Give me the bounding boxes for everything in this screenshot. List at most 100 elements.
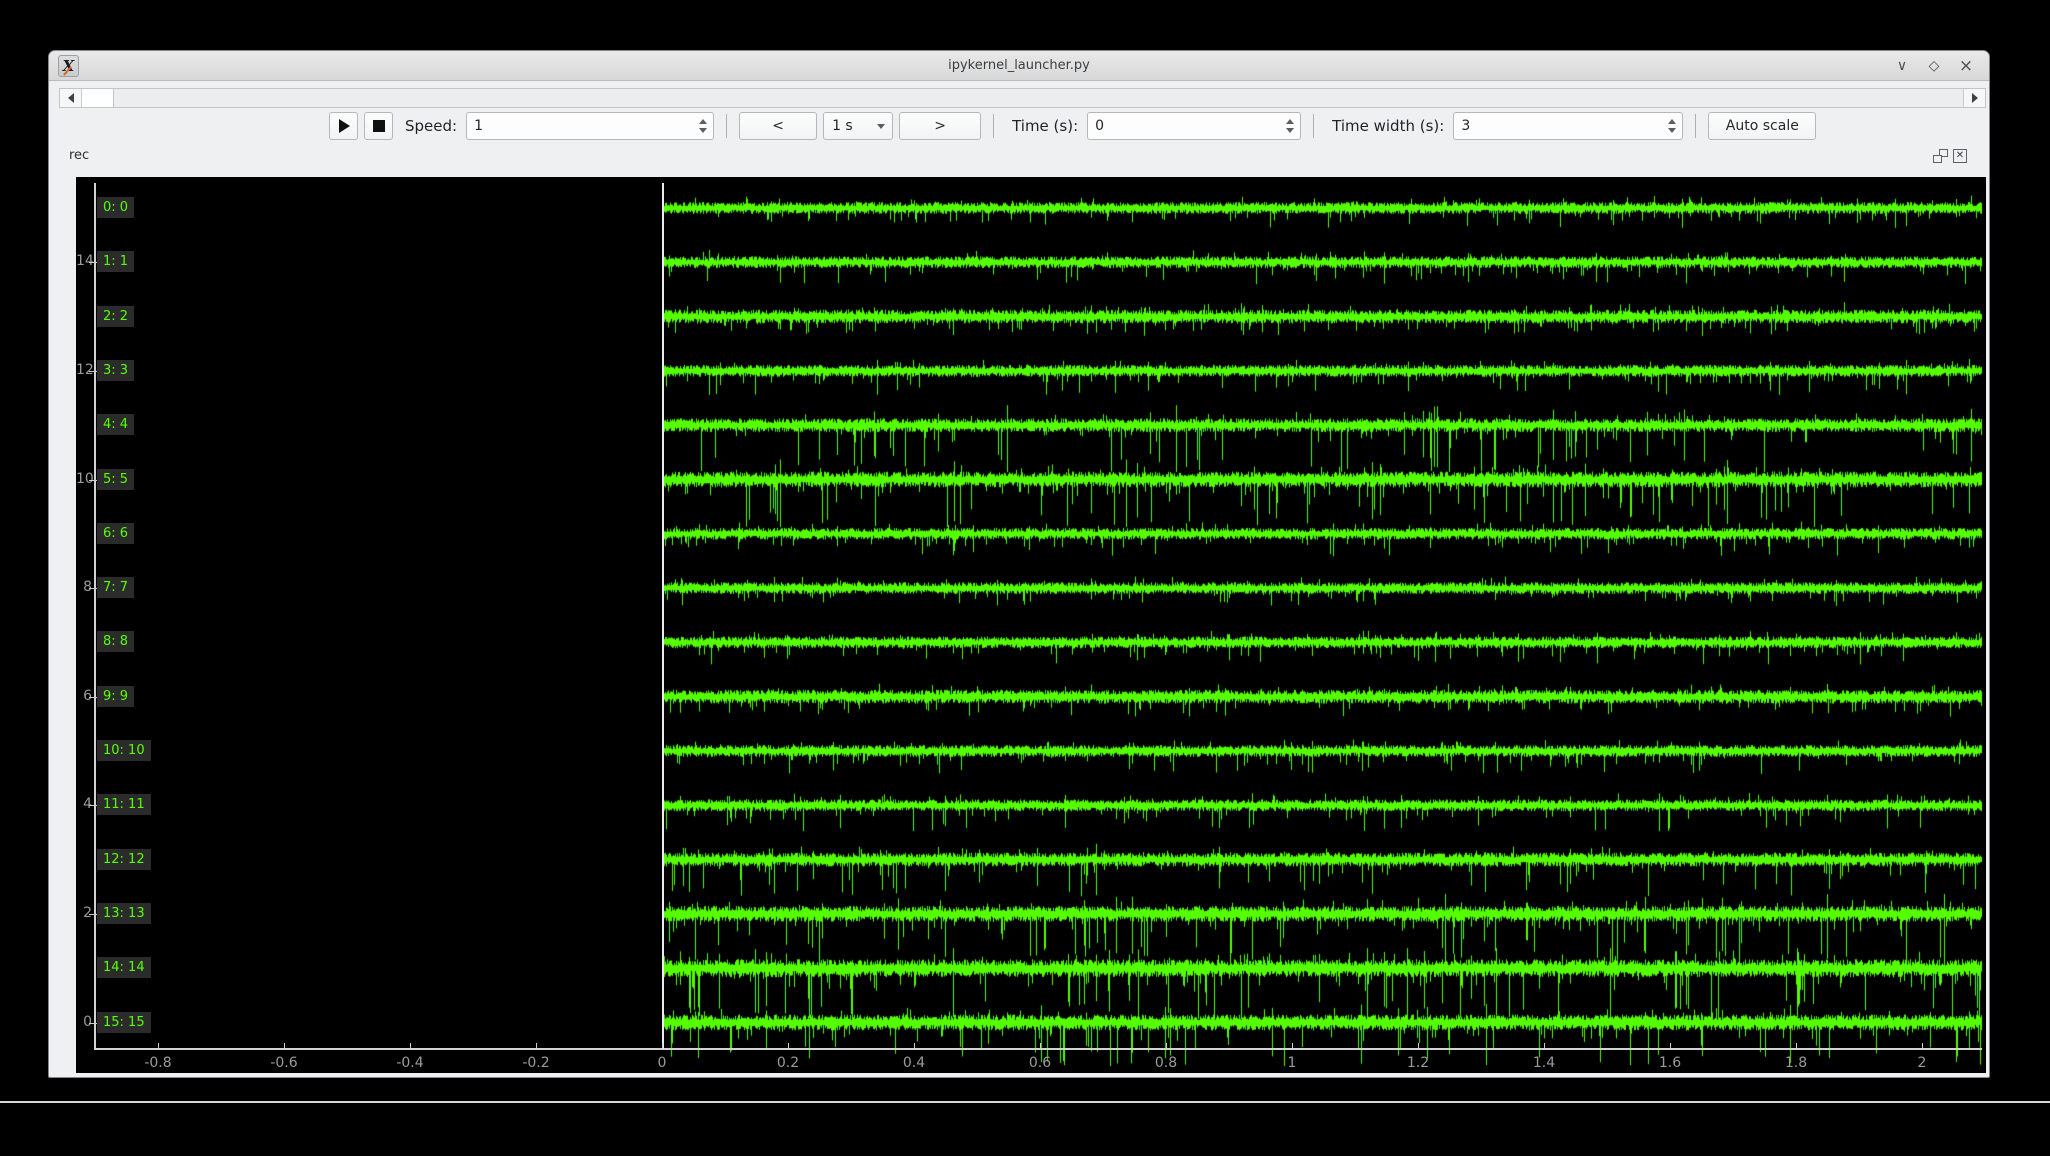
x-tick-mark (1670, 1043, 1671, 1048)
app-icon[interactable]: X (58, 55, 79, 77)
window-title: ipykernel_launcher.py (49, 58, 1989, 73)
channel-label: 0: 0 (97, 197, 134, 218)
play-icon (339, 119, 350, 133)
scroll-right-icon (1972, 93, 1978, 103)
spin-up-icon (699, 119, 707, 124)
desktop: X ipykernel_launcher.py ∨ ◇ × (0, 0, 2050, 1156)
scrollbar-thumb[interactable] (82, 89, 114, 107)
time-cursor-line[interactable] (662, 183, 664, 1049)
channel-label: 14: 14 (97, 957, 151, 978)
dock-float-icon[interactable] (1933, 149, 1948, 163)
x-tick-label: 0.2 (756, 1055, 820, 1071)
x-tick-label: 1 (1260, 1055, 1324, 1071)
channel-label: 5: 5 (97, 469, 134, 490)
x-tick-mark (1040, 1043, 1041, 1048)
y-tick-label: 6 (76, 688, 92, 704)
x-tick-mark (1922, 1043, 1923, 1048)
x-tick-label: -0.4 (378, 1055, 442, 1071)
channel-label: 6: 6 (97, 523, 134, 544)
spin-up-icon (1668, 119, 1676, 124)
step-forward-label: > (934, 118, 946, 134)
time-spinbox (1087, 112, 1301, 140)
close-icon[interactable]: × (1957, 56, 1975, 76)
toolbar-separator (726, 114, 727, 138)
x-tick-mark (536, 1043, 537, 1048)
step-back-button[interactable]: < (739, 112, 817, 140)
speed-input[interactable] (467, 113, 693, 139)
x-tick-mark (914, 1043, 915, 1048)
trace-canvas[interactable] (76, 177, 1986, 1073)
scroll-left-button[interactable] (60, 89, 82, 107)
toolbar-separator (1695, 114, 1696, 138)
trace-plot[interactable]: 02468101214 -0.8-0.6-0.4-0.200.20.40.60.… (76, 177, 1986, 1073)
time-label: Time (s): (1012, 117, 1078, 135)
scroll-right-button[interactable] (1963, 89, 1985, 107)
time-input[interactable] (1088, 113, 1280, 139)
channel-label: 12: 12 (97, 849, 151, 870)
y-tick-label: 10 (76, 471, 92, 487)
x-tick-label: -0.8 (126, 1055, 190, 1071)
stop-icon (373, 120, 385, 132)
time-width-spinbox (1453, 112, 1683, 140)
maximize-icon[interactable]: ◇ (1925, 58, 1943, 74)
window-controls: ∨ ◇ × (1893, 51, 1975, 81)
y-tick-label: 12 (76, 362, 92, 378)
x-tick-label: 1.6 (1638, 1055, 1702, 1071)
screen-bottom-line (0, 1101, 2050, 1103)
speed-spinbox (466, 112, 714, 140)
time-scrollbar[interactable] (59, 88, 1986, 108)
minimize-icon[interactable]: ∨ (1893, 58, 1911, 74)
spin-down-icon (699, 128, 707, 133)
y-axis-spine (94, 183, 96, 1050)
x-tick-mark (1166, 1043, 1167, 1048)
app-window: X ipykernel_launcher.py ∨ ◇ × (48, 50, 1990, 1078)
step-forward-button[interactable]: > (899, 112, 981, 140)
dock-float-square-front (1933, 155, 1942, 163)
y-tick-label: 14 (76, 253, 92, 269)
auto-scale-button[interactable]: Auto scale (1708, 112, 1816, 140)
x-tick-mark (1292, 1043, 1293, 1048)
x-tick-label: 0.4 (882, 1055, 946, 1071)
x-tick-label: 1.4 (1512, 1055, 1576, 1071)
x-axis-line (94, 1048, 1982, 1050)
time-spin-arrows[interactable] (1280, 113, 1300, 139)
channel-label: 4: 4 (97, 414, 134, 435)
channel-label: 11: 11 (97, 794, 151, 815)
channel-label: 10: 10 (97, 740, 151, 761)
y-tick-label: 2 (76, 905, 92, 921)
spin-down-icon (1668, 128, 1676, 133)
x-tick-mark (284, 1043, 285, 1048)
play-button[interactable] (329, 112, 358, 140)
window-length-combobox[interactable]: 1 s (823, 112, 893, 140)
speed-spin-arrows[interactable] (693, 113, 713, 139)
x-tick-label: -0.6 (252, 1055, 316, 1071)
x-tick-label: 1.8 (1764, 1055, 1828, 1071)
step-back-label: < (772, 118, 784, 134)
auto-scale-label: Auto scale (1726, 118, 1799, 134)
spin-up-icon (1286, 119, 1294, 124)
x-tick-mark (788, 1043, 789, 1048)
x-tick-mark (158, 1043, 159, 1048)
spin-down-icon (1286, 128, 1294, 133)
channel-label: 3: 3 (97, 360, 134, 381)
toolbar-separator (1313, 114, 1314, 138)
titlebar[interactable]: X ipykernel_launcher.py ∨ ◇ × (49, 51, 1989, 81)
toolbar-separator (993, 114, 994, 138)
stop-button[interactable] (364, 112, 393, 140)
x-tick-label: 0.6 (1008, 1055, 1072, 1071)
dock-close-icon[interactable]: ✕ (1953, 149, 1967, 163)
x-tick-mark (662, 1043, 663, 1048)
channel-label: 8: 8 (97, 631, 134, 652)
time-width-input[interactable] (1454, 113, 1662, 139)
x-tick-label: 1.2 (1386, 1055, 1450, 1071)
dock-buttons: ✕ (1933, 149, 1967, 163)
x-tick-mark (1544, 1043, 1545, 1048)
dock-title: rec (69, 148, 89, 163)
window-length-value: 1 s (824, 118, 877, 134)
channel-label: 2: 2 (97, 306, 134, 327)
channel-label: 1: 1 (97, 251, 134, 272)
time-width-spin-arrows[interactable] (1662, 113, 1682, 139)
x-tick-label: -0.2 (504, 1055, 568, 1071)
channel-label: 15: 15 (97, 1012, 151, 1033)
channel-label: 13: 13 (97, 903, 151, 924)
